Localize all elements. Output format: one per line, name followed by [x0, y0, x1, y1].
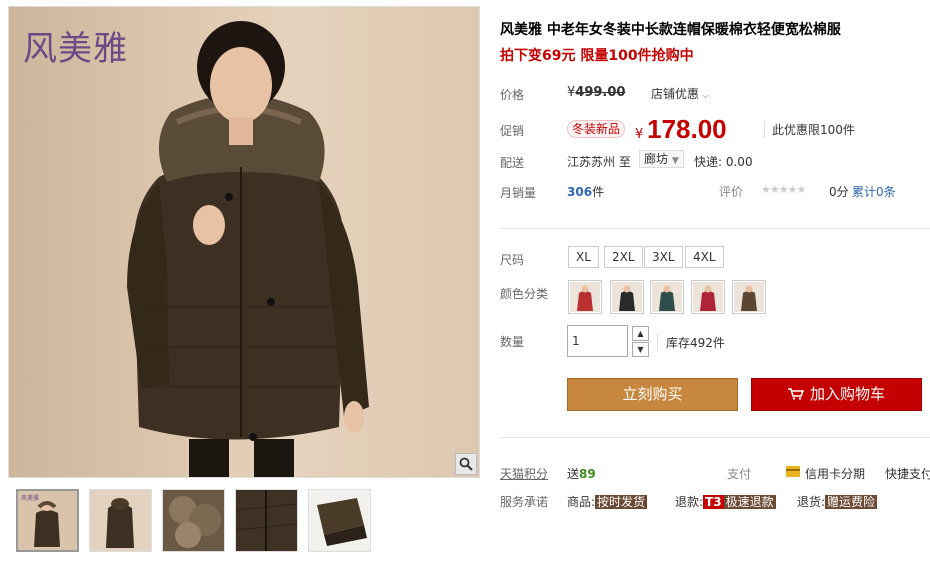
color-option-5[interactable] [732, 280, 766, 314]
promo-label: 促销 [500, 124, 525, 138]
original-price: ¥499.00 [567, 85, 625, 100]
thumbnail-strip: 风美雅 [16, 489, 371, 552]
ship-to-city: 廊坊 [644, 152, 669, 166]
model-photo [127, 21, 369, 477]
thumb-pocket-image [236, 490, 297, 551]
quantity-up-button[interactable]: ▲ [632, 326, 649, 341]
quantity-down-button[interactable]: ▼ [632, 342, 649, 357]
service-goods: 商品: 按时发货 [567, 493, 648, 510]
thumb-hood-image [163, 490, 224, 551]
size-option-4xl[interactable]: 4XL [685, 246, 724, 268]
thumb-cuff[interactable] [308, 489, 371, 552]
quantity-label: 数量 [500, 335, 525, 349]
color-option-4[interactable] [691, 280, 725, 314]
price-label: 价格 [500, 88, 525, 102]
shipping-insurance-badge[interactable]: 赠运费险 [825, 495, 878, 509]
cart-icon [787, 388, 804, 400]
thumb-cuff-image [309, 490, 370, 551]
shipping-fee: 快递: 0.00 [694, 155, 753, 169]
color-swatch-1 [570, 282, 600, 312]
shipping-label: 配送 [500, 156, 525, 170]
color-option-2[interactable] [610, 280, 644, 314]
return-prefix: 退货: [797, 495, 826, 509]
color-swatch-2 [612, 282, 642, 312]
fast-refund-badge[interactable]: 极速退款 [723, 495, 776, 509]
price-currency: ¥ [635, 127, 644, 142]
caret-down-icon: ▼ [671, 156, 679, 166]
monthly-sales-unit: 件 [592, 185, 605, 199]
thumb-pocket[interactable] [235, 489, 298, 552]
size-option-2xl[interactable]: 2XL [604, 246, 643, 268]
refund-prefix: 退款: [675, 495, 704, 509]
brand-watermark: 风美雅 [23, 29, 128, 69]
thumb-hood[interactable] [162, 489, 225, 552]
main-product-image[interactable]: 风美雅 [8, 6, 480, 478]
color-label: 颜色分类 [500, 287, 549, 301]
service-refund: 退款: T3 极速退款 [675, 493, 776, 510]
current-price-value: 178.00 [647, 114, 727, 144]
monthly-sales: 306件 [567, 183, 604, 200]
add-to-cart-button[interactable]: 加入购物车 [751, 378, 922, 411]
thumb-back-image [90, 490, 151, 551]
reviews-link[interactable]: 累计0条 [852, 183, 896, 200]
shop-promo-label: 店铺优惠 [651, 87, 700, 101]
color-swatch-3 [652, 282, 682, 312]
shop-promo-dropdown[interactable]: 店铺优惠 ⌵ [651, 85, 709, 102]
rating-label: 评价 [719, 185, 744, 199]
tmall-points: 送89 [567, 465, 596, 482]
service-promise-label: 服务承诺 [500, 495, 549, 509]
monthly-sales-label: 月销量 [500, 186, 537, 200]
color-option-3[interactable] [650, 280, 684, 314]
magnifier-icon[interactable] [455, 453, 477, 475]
thumb-front[interactable]: 风美雅 [16, 489, 79, 552]
original-price-value: 499.00 [575, 85, 626, 100]
size-label: 尺码 [500, 253, 525, 267]
divider-2 [500, 437, 930, 438]
divider-1 [500, 228, 930, 229]
chevron-down-icon: ⌵ [699, 91, 709, 101]
quantity-input[interactable] [567, 325, 628, 357]
promo-line: 拍下变69元 限量100件抢购中 [500, 48, 694, 64]
installment-link[interactable]: 信用卡分期 [805, 465, 865, 482]
on-time-shipping-badge[interactable]: 按时发货 [595, 495, 648, 509]
monthly-sales-count: 306 [567, 185, 593, 199]
ship-from: 江苏苏州 至 [567, 153, 631, 170]
promo-tag: 冬装新品 [567, 120, 626, 138]
points-prefix: 送 [567, 467, 580, 481]
size-option-xl[interactable]: XL [568, 246, 599, 268]
current-price: ¥ 178.00 [635, 114, 727, 145]
add-to-cart-label: 加入购物车 [809, 385, 885, 403]
service-return: 退货: 赠运费险 [797, 493, 878, 510]
color-swatch-5 [734, 282, 764, 312]
buy-now-button[interactable]: 立刻购买 [567, 378, 738, 411]
ship-to-word: 至 [618, 155, 631, 169]
rating-stars: ★★★★★ [761, 183, 806, 196]
payment-label: 支付 [727, 467, 752, 481]
quick-pay-link[interactable]: 快捷支付 [885, 465, 930, 482]
magnifier-icon-glyph [459, 457, 473, 471]
tmall-points-label[interactable]: 天猫积分 [500, 465, 548, 482]
rating-score: 0分 [829, 185, 849, 199]
ship-to-dropdown[interactable]: 廊坊 ▼ [639, 150, 684, 168]
stock-count: 库存492件 [657, 334, 725, 351]
color-swatch-4 [693, 282, 723, 312]
thumb-brand-text: 风美雅 [21, 495, 40, 502]
credit-card-icon [786, 466, 800, 477]
size-option-3xl[interactable]: 3XL [644, 246, 683, 268]
ship-from-city: 江苏苏州 [567, 155, 616, 169]
product-title: 风美雅 中老年女冬装中长款连帽保暖棉衣轻便宽松棉服 [500, 22, 841, 38]
thumb-back[interactable] [89, 489, 152, 552]
goods-prefix: 商品: [567, 495, 596, 509]
limit-note: 此优惠限100件 [764, 121, 855, 138]
t3-badge: T3 [703, 495, 724, 509]
color-option-1[interactable] [568, 280, 602, 314]
points-value: 89 [579, 467, 596, 481]
